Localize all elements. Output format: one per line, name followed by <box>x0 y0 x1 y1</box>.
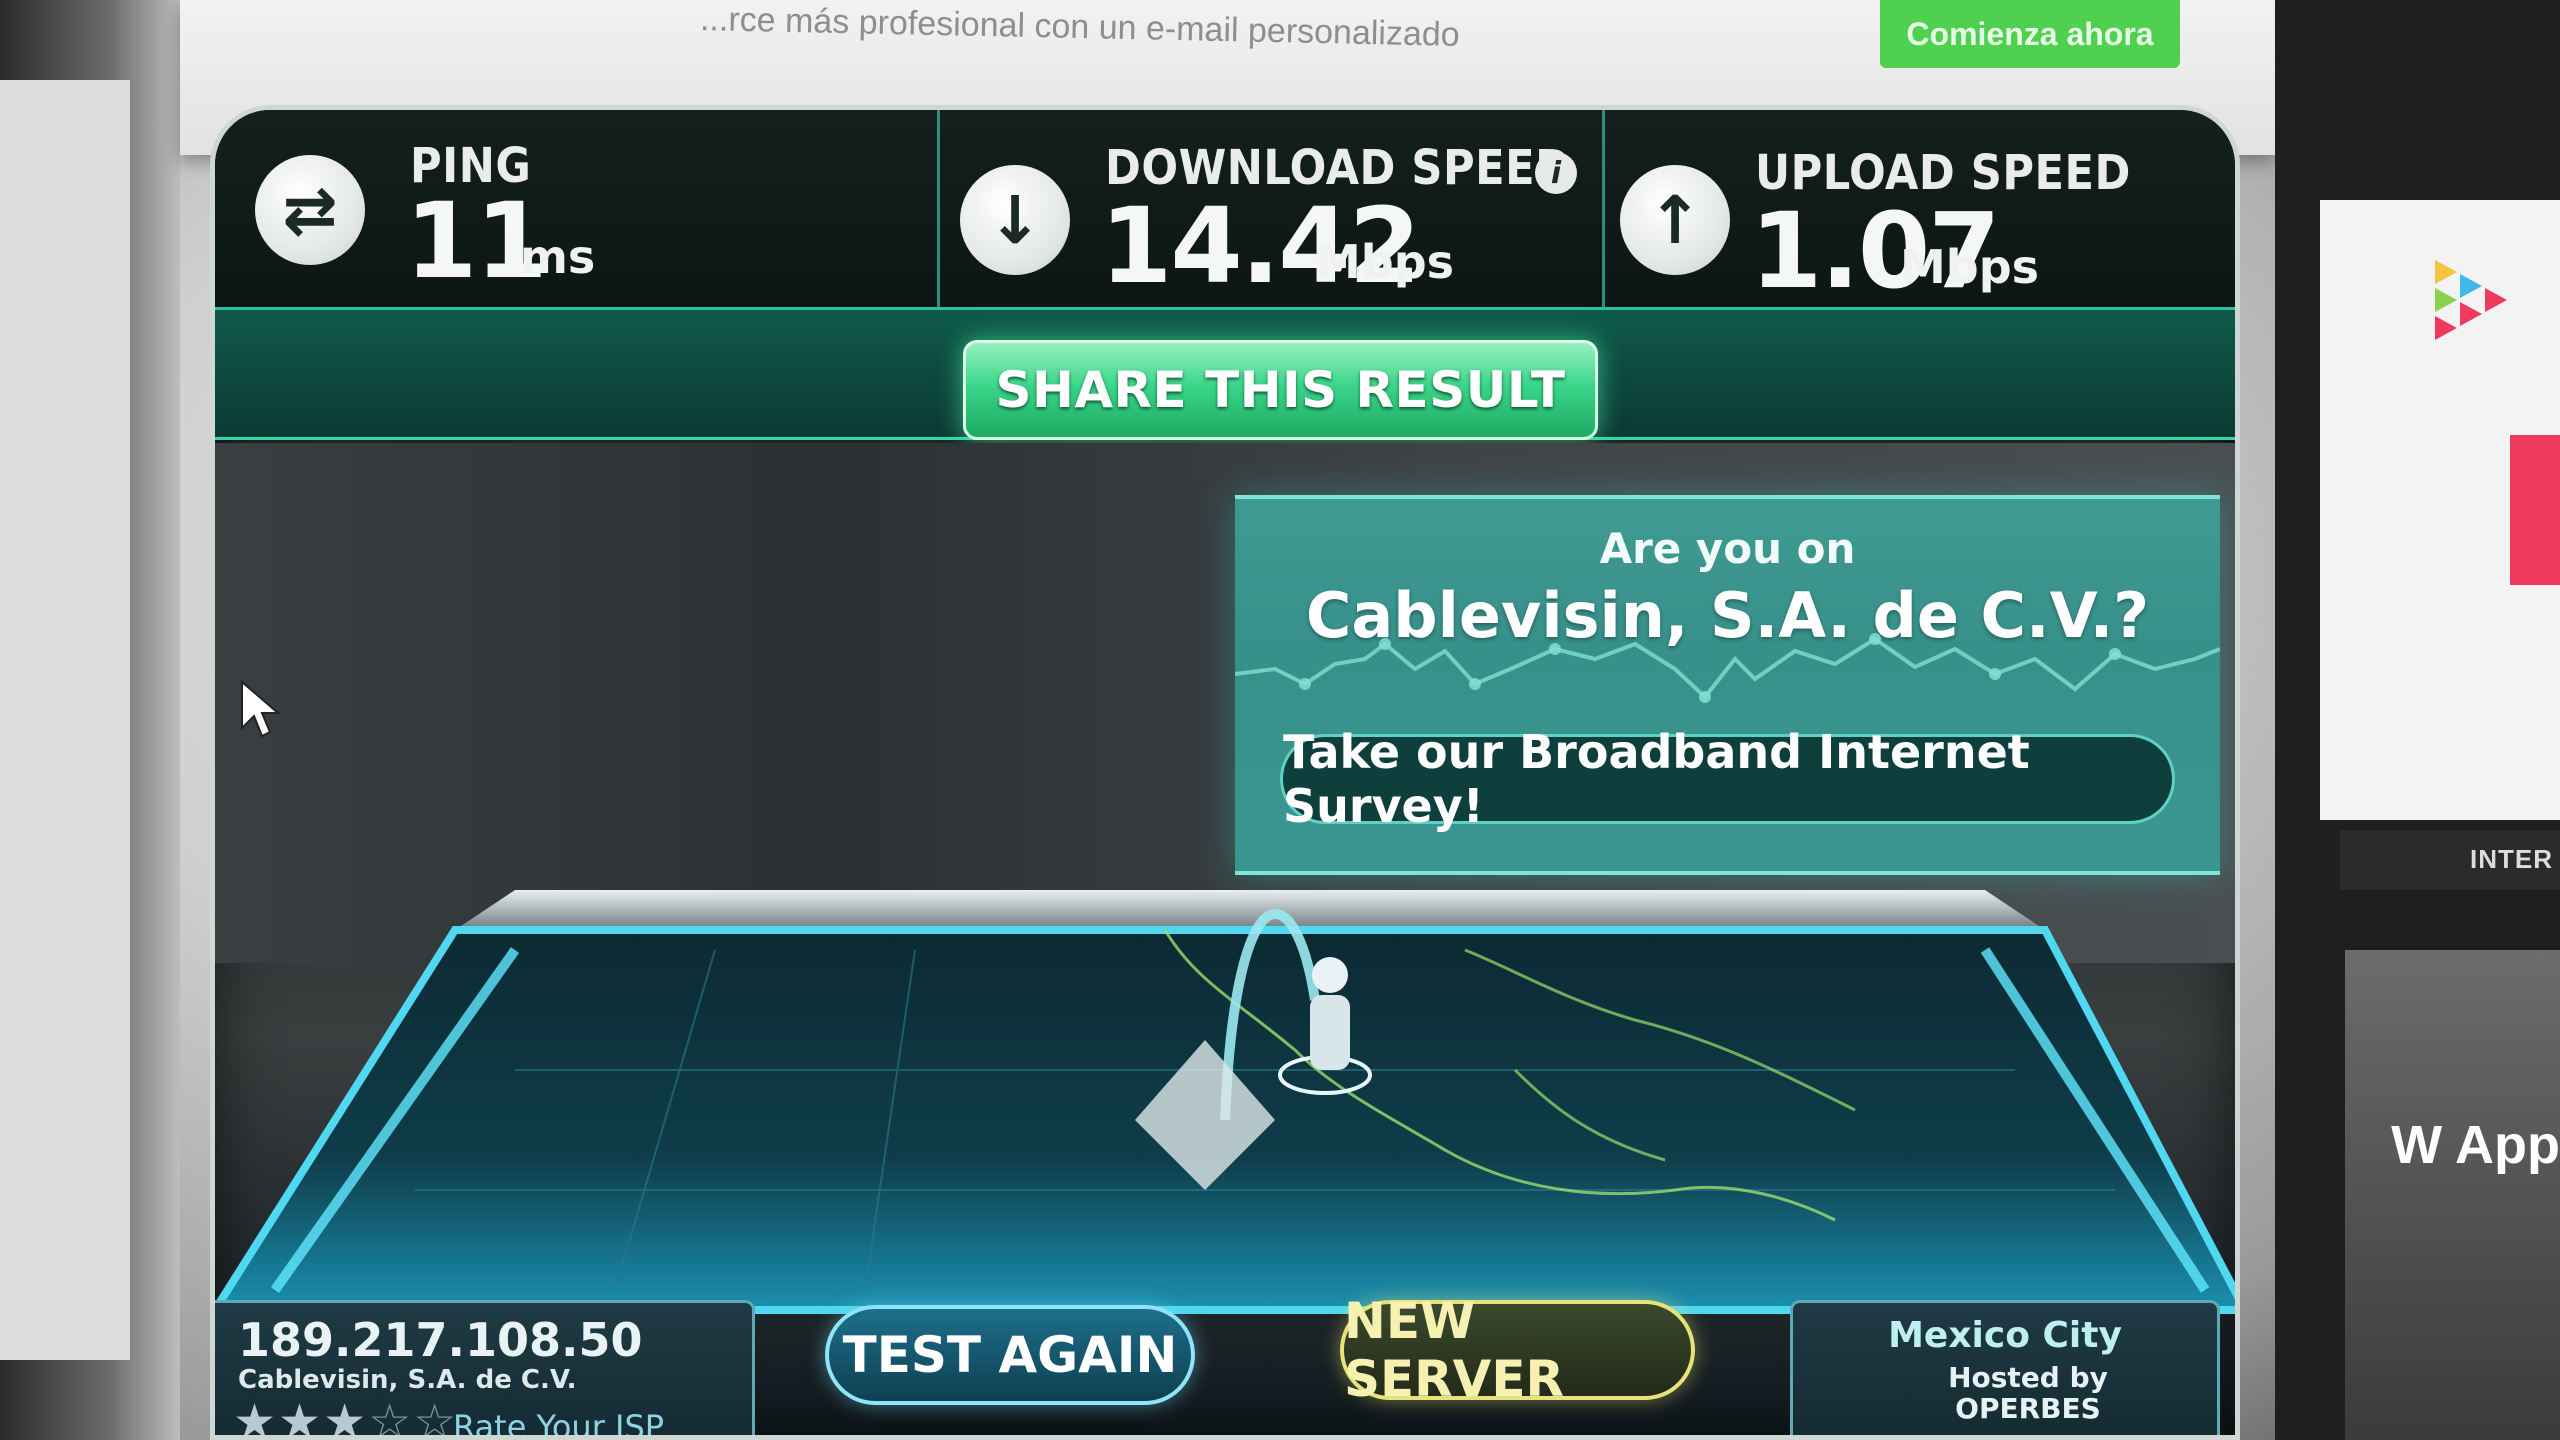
star-icon[interactable]: ★ <box>278 1398 321 1435</box>
ad-banner-text: ...rce más profesional con un e-mail per… <box>699 0 1461 54</box>
star-icon[interactable]: ★ <box>233 1398 276 1435</box>
ping-arrows-icon: ⇄ <box>255 155 365 265</box>
survey-button[interactable]: Take our Broadband Internet Survey! <box>1280 725 2175 833</box>
right-ad-pink-block <box>2510 435 2560 585</box>
right-ad-top[interactable] <box>2320 200 2560 820</box>
survey-wave-graphic <box>1235 633 2220 703</box>
mouse-cursor-icon <box>241 680 280 738</box>
right-ad-bottom[interactable]: W App <box>2345 950 2560 1440</box>
ping-result: ⇄ PING 11 ms <box>215 110 940 307</box>
info-icon[interactable]: i <box>1535 152 1577 194</box>
upload-unit: Mbps <box>1900 240 2040 294</box>
rate-isp-link[interactable]: Rate Your ISP <box>453 1408 664 1435</box>
server-host: Hosted by OPERBES <box>1948 1361 2108 1425</box>
share-row: SHARE THIS RESULT <box>215 310 2235 440</box>
ad-start-button[interactable]: Comienza ahora <box>1880 0 2180 68</box>
new-server-button[interactable]: NEW SERVER <box>1340 1292 1695 1408</box>
isp-rating-stars[interactable]: ★ ★ ★ ☆ ☆ <box>233 1398 456 1435</box>
results-row: ⇄ PING 11 ms ↓ DOWNLOAD SPEED i 14.42 Mb… <box>215 110 2235 312</box>
star-icon[interactable]: ★ <box>323 1398 366 1435</box>
right-strip-text: INTER <box>2470 844 2553 874</box>
survey-question-line1: Are you on <box>1599 524 1856 573</box>
server-info-box: Mexico City Hosted by OPERBES <box>1790 1300 2220 1435</box>
right-ad-text: W App <box>2391 1115 2560 1175</box>
isp-name: Cablevisin, S.A. de C.V. <box>238 1365 577 1395</box>
ping-unit: ms <box>520 230 596 284</box>
ip-address: 189.217.108.50 <box>238 1313 643 1367</box>
speedtest-panel: ⇄ PING 11 ms ↓ DOWNLOAD SPEED i 14.42 Mb… <box>210 105 2240 1440</box>
server-city: Mexico City <box>1888 1315 2122 1356</box>
test-again-button[interactable]: TEST AGAIN <box>825 1305 1195 1405</box>
client-info-box: 189.217.108.50 Cablevisin, S.A. de C.V. … <box>215 1300 755 1435</box>
right-strip: INTER <box>2340 830 2560 890</box>
left-page-edge <box>0 80 130 1360</box>
isp-survey-box: Are you on Cablevisin, S.A. de C.V.? Tak… <box>1235 495 2220 875</box>
bottom-bar: 189.217.108.50 Cablevisin, S.A. de C.V. … <box>215 1290 2235 1435</box>
star-icon[interactable]: ☆ <box>368 1398 411 1435</box>
star-icon[interactable]: ☆ <box>413 1398 456 1435</box>
share-result-button[interactable]: SHARE THIS RESULT <box>963 340 1598 440</box>
upload-result: ↑ UPLOAD SPEED 1.07 Mbps <box>1605 110 2235 312</box>
download-arrow-icon: ↓ <box>960 165 1070 275</box>
download-result: ↓ DOWNLOAD SPEED i 14.42 Mbps <box>940 110 1605 307</box>
play-logo-icon <box>2435 260 2507 340</box>
upload-arrow-icon: ↑ <box>1620 165 1730 275</box>
download-unit: Mbps <box>1315 235 1455 289</box>
